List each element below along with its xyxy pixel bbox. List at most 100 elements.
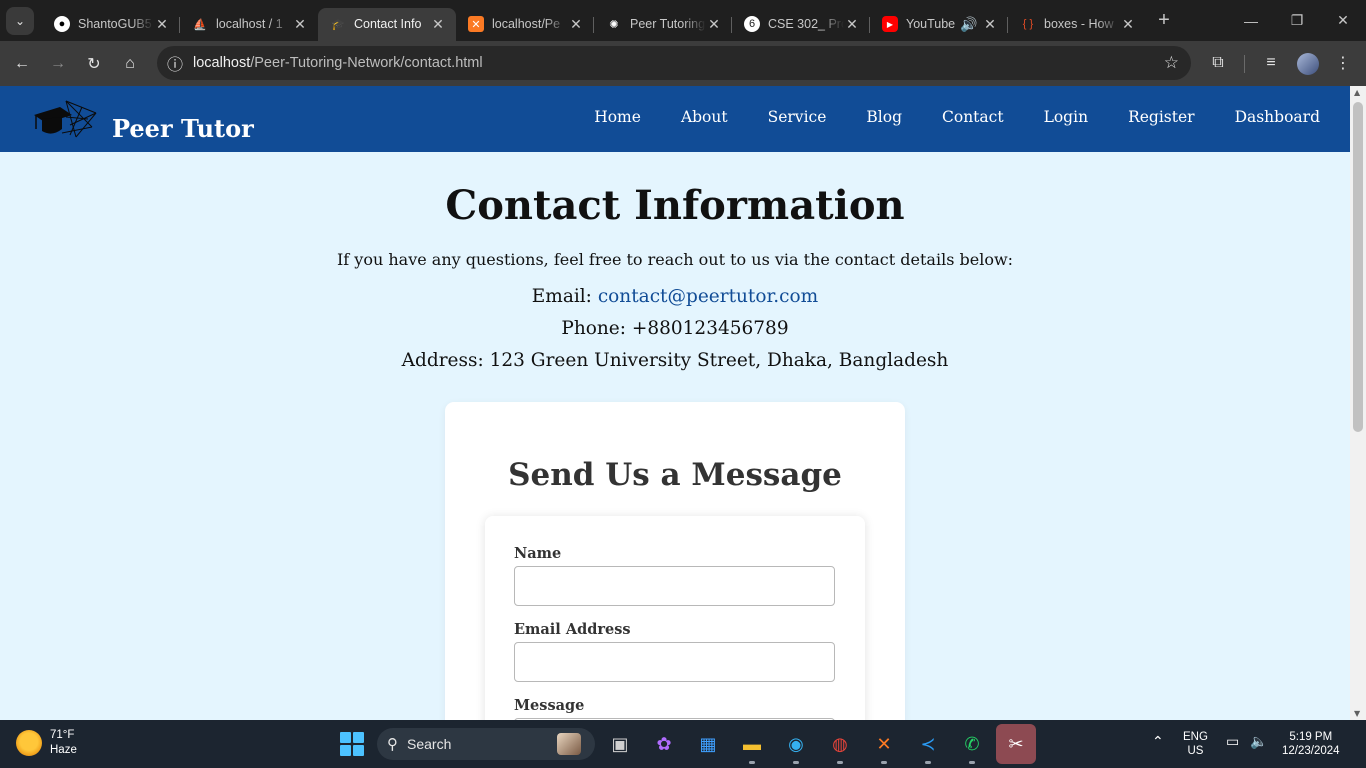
- chrome-icon[interactable]: ◍: [824, 728, 856, 764]
- restore-icon[interactable]: ❐: [1274, 0, 1320, 41]
- store-icon[interactable]: ▦: [692, 728, 724, 760]
- tab-title: boxes - How: [1044, 17, 1114, 31]
- scrollbar-thumb[interactable]: [1353, 102, 1363, 432]
- email-address-label: Email Address: [514, 621, 631, 638]
- page-viewport: Peer Tutor Home About Service Blog Conta…: [0, 86, 1366, 720]
- close-tab-icon[interactable]: ✕: [982, 16, 998, 33]
- extensions-icon[interactable]: ⧉: [1200, 45, 1236, 81]
- name-input[interactable]: [514, 566, 835, 606]
- page-scrollbar[interactable]: ▲ ▼: [1350, 86, 1366, 720]
- xampp-icon: ✕: [468, 16, 484, 32]
- close-window-icon[interactable]: ✕: [1320, 0, 1366, 41]
- bookmark-star-icon[interactable]: ☆: [1164, 53, 1179, 73]
- nav-contact[interactable]: Contact: [942, 108, 1004, 126]
- tab-7[interactable]: ▶ YouTube 🔊 ✕: [870, 8, 1008, 41]
- close-tab-icon[interactable]: ✕: [568, 16, 584, 33]
- tab-1[interactable]: ● ShantoGUB5 ✕: [42, 8, 180, 41]
- page-title: Contact Information: [445, 182, 905, 229]
- name-label: Name: [514, 545, 562, 562]
- browser-toolbar: ← → ↻ ⌂ ⓘ localhost/Peer-Tutoring-Networ…: [0, 41, 1366, 86]
- contact-intro: If you have any questions, feel free to …: [336, 250, 1014, 269]
- brand[interactable]: Peer Tutor: [32, 96, 254, 143]
- tab-2[interactable]: ⛵ localhost / 1 ✕: [180, 8, 318, 41]
- scroll-down-icon[interactable]: ▼: [1354, 709, 1360, 718]
- search-icon: ⚲: [387, 736, 398, 753]
- tray-chevron-up-icon[interactable]: ⌃: [1152, 734, 1164, 748]
- close-tab-icon[interactable]: ✕: [292, 16, 308, 33]
- taskbar-search[interactable]: ⚲ Search: [377, 728, 595, 760]
- nav-home[interactable]: Home: [594, 108, 641, 126]
- close-tab-icon[interactable]: ✕: [154, 16, 170, 33]
- close-tab-icon[interactable]: ✕: [1120, 16, 1136, 33]
- avatar[interactable]: [1297, 53, 1319, 75]
- taskbar-search-label: Search: [407, 736, 452, 752]
- nav-dashboard[interactable]: Dashboard: [1235, 108, 1320, 126]
- close-tab-icon[interactable]: ✕: [430, 16, 446, 33]
- new-tab-button[interactable]: +: [1150, 7, 1178, 35]
- volume-icon[interactable]: 🔈: [1250, 734, 1267, 748]
- url-path: /Peer-Tutoring-Network/contact.html: [250, 55, 483, 71]
- message-card-title: Send Us a Message: [508, 457, 842, 493]
- tab-5[interactable]: ✺ Peer Tutoring ✕: [594, 8, 732, 41]
- lang-top: ENG: [1183, 731, 1208, 743]
- nav-register[interactable]: Register: [1128, 108, 1195, 126]
- openai-icon: ✺: [609, 18, 619, 31]
- tab-6[interactable]: 6 CSE 302_ Pro ✕: [732, 8, 870, 41]
- scroll-up-icon[interactable]: ▲: [1354, 88, 1360, 97]
- edge-icon[interactable]: ◉: [780, 728, 812, 764]
- nav-about[interactable]: About: [681, 108, 728, 126]
- github-icon: ●: [54, 16, 70, 32]
- vscode-icon[interactable]: ≺: [912, 728, 944, 764]
- windows-start-icon[interactable]: [340, 732, 364, 756]
- snipping-tool-icon[interactable]: ✂: [996, 724, 1036, 764]
- menu-kebab-icon[interactable]: ⋮: [1325, 45, 1361, 81]
- email-input[interactable]: [514, 642, 835, 682]
- network-icon[interactable]: ▭: [1226, 734, 1239, 748]
- email-line: Email: contact@peertutor.com: [0, 286, 1350, 307]
- graduation-cap-icon: 🎓: [331, 18, 345, 31]
- search-highlight-image: [557, 733, 581, 755]
- close-tab-icon[interactable]: ✕: [706, 16, 722, 33]
- tab-title: localhost / 1: [216, 17, 283, 31]
- web-icon: 6: [744, 16, 760, 32]
- email-label: Email:: [531, 286, 592, 307]
- nav-blog[interactable]: Blog: [866, 108, 902, 126]
- tab-title: CSE 302_ Pro: [768, 17, 844, 31]
- tab-3[interactable]: 🎓 Contact Info ✕: [318, 7, 456, 41]
- message-card: Send Us a Message Name Email Address Mes…: [445, 402, 905, 720]
- back-arrow-icon[interactable]: ←: [4, 46, 40, 82]
- media-control-icon[interactable]: ≡: [1253, 45, 1289, 81]
- weather-widget[interactable]: 71°F Haze: [16, 728, 77, 758]
- weather-desc: Haze: [50, 744, 77, 756]
- tab-search-button[interactable]: ⌄: [6, 6, 34, 35]
- clock-time: 5:19 PM: [1289, 731, 1333, 743]
- nav-service[interactable]: Service: [768, 108, 827, 126]
- xampp-icon[interactable]: ✕: [868, 728, 900, 764]
- phpmyadmin-icon: ⛵: [193, 18, 207, 31]
- minimize-icon[interactable]: —: [1228, 0, 1274, 41]
- forward-arrow-icon[interactable]: →: [40, 46, 76, 82]
- close-tab-icon[interactable]: ✕: [844, 16, 860, 33]
- tab-4[interactable]: ✕ localhost/Pe ✕: [456, 8, 594, 41]
- language-indicator[interactable]: ENG US: [1183, 730, 1208, 758]
- clock-date: 12/23/2024: [1282, 745, 1340, 757]
- tab-title: Peer Tutoring: [630, 17, 706, 31]
- task-view-icon[interactable]: ▣: [604, 728, 636, 760]
- youtube-icon: ▶: [882, 16, 898, 32]
- nav-login[interactable]: Login: [1044, 108, 1089, 126]
- speaker-icon[interactable]: 🔊: [960, 16, 977, 33]
- code-icon: { }: [1022, 18, 1034, 30]
- email-link[interactable]: contact@peertutor.com: [598, 286, 818, 307]
- url-host: localhost: [193, 55, 251, 71]
- tab-8[interactable]: { } boxes - How ✕: [1008, 8, 1146, 41]
- site-info-icon[interactable]: ⓘ: [164, 52, 186, 74]
- reload-icon[interactable]: ↻: [76, 46, 112, 82]
- message-label: Message: [514, 697, 585, 714]
- whatsapp-icon[interactable]: ✆: [956, 728, 988, 764]
- file-explorer-icon[interactable]: ▬: [736, 728, 768, 764]
- lang-bottom: US: [1187, 745, 1204, 757]
- clock[interactable]: 5:19 PM 12/23/2024: [1282, 730, 1340, 758]
- copilot-icon[interactable]: ✿: [648, 728, 680, 760]
- home-icon[interactable]: ⌂: [112, 46, 148, 82]
- address-bar[interactable]: ⓘ localhost/Peer-Tutoring-Network/contac…: [157, 46, 1191, 80]
